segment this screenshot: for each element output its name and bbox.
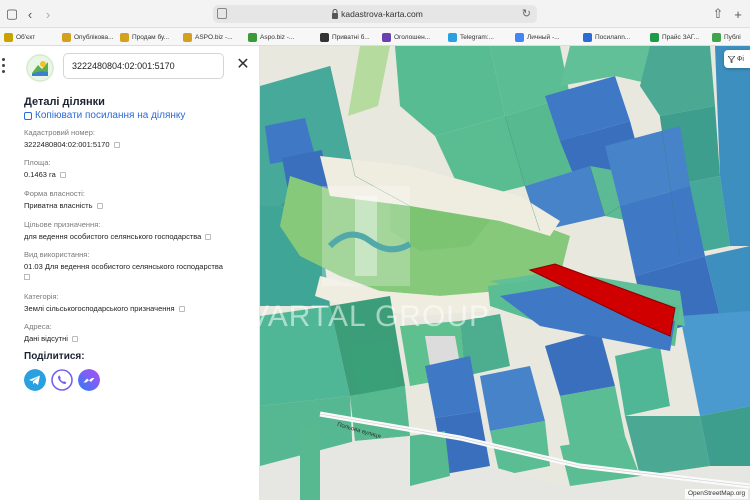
copy-icon[interactable] [24,274,30,280]
bookmark-label: ASPO.biz -... [195,33,233,41]
area-label: Площа: [24,158,51,167]
bookmark-item[interactable]: ASPO.biz -... [183,31,233,43]
address-label: Адреса: [24,322,52,331]
bookmark-label: Опублікова... [74,33,114,41]
lock-icon [332,9,338,19]
bookmark-favicon-icon [120,32,129,42]
bookmark-favicon-icon [448,32,457,42]
menu-icon[interactable] [2,58,8,76]
bookmark-label: Посилann... [595,33,631,41]
copy-icon[interactable] [71,335,78,342]
close-icon[interactable]: ✕ [235,57,251,73]
bookmark-label: Прайс ЗАГ... [662,33,699,41]
copy-link-label: Копіювати посилання на ділянку [35,110,186,121]
bookmark-favicon-icon [515,32,524,42]
share-title: Поділитися: [24,351,85,362]
watermark-logo [322,186,412,286]
cadastral-search-input[interactable]: 3222480804:02:001:5170 [63,53,224,79]
bookmark-label: Оголошен... [394,33,431,41]
bookmark-favicon-icon [320,32,329,42]
copy-icon[interactable] [96,202,103,209]
ownership-label: Форма власності: [24,189,85,198]
bookmark-item[interactable]: Оголошен... [382,31,430,43]
bookmark-favicon-icon [248,32,257,42]
bookmark-label: Aspo.biz -... [260,33,295,41]
bookmark-favicon-icon [4,32,13,42]
sidebar-toggle-icon[interactable]: ▢ [4,6,20,22]
bookmark-favicon-icon [382,32,391,42]
bookmark-item[interactable]: Посилann... [583,31,630,43]
address-bar[interactable]: kadastrova-karta.com ↻ [213,5,537,23]
bookmark-label: Личный -... [527,33,560,41]
bookmarks-bar: Об'єкт Опублікова... Продам бу... ASPO.biz … [0,28,750,46]
filter-icon [728,55,735,63]
bookmark-favicon-icon [712,32,721,42]
bookmark-item[interactable]: Опублікова... [62,31,114,43]
panel-title: Деталі ділянки [24,96,105,108]
filter-label: Фі [737,55,744,63]
watermark-text: KVARTAL GROUP [228,300,490,333]
copy-icon[interactable] [205,233,212,240]
map-attribution[interactable]: OpenStreetMap.org [685,489,749,499]
browser-toolbar: ▢ ‹ › kadastrova-karta.com ↻ ⇧ + [0,0,750,28]
parcel-details-panel: 3222480804:02:001:5170 ✕ Деталі ділянки … [0,46,260,500]
viber-icon[interactable] [51,369,73,391]
bookmark-item[interactable]: Об'єкт [4,31,35,43]
bookmark-label: Приватні б... [332,33,370,41]
copy-icon[interactable] [178,305,185,312]
copy-link-button[interactable]: Копіювати посилання на ділянку [24,110,185,121]
back-icon[interactable]: ‹ [22,6,38,22]
bookmark-favicon-icon [62,32,71,42]
bookmark-item[interactable]: Прайс ЗАГ... [650,31,699,43]
url-text: kadastrova-karta.com [341,9,423,19]
page-icon [217,8,227,19]
bookmark-item[interactable]: Личный -... [515,31,560,43]
usage-label: Вид використання: [24,250,90,259]
bookmark-item[interactable]: Продам бу... [120,31,169,43]
bookmark-item[interactable]: Aspo.biz -... [248,31,294,43]
purpose-label: Цільове призначення: [24,220,101,229]
bookmark-item[interactable]: Публі [712,31,741,43]
new-tab-icon[interactable]: + [730,6,746,22]
usage-value: 01.03 Для ведення особистого селянського… [24,262,223,271]
map-canvas[interactable] [260,46,750,500]
category-value: Землі сільськогосподарського призначення [24,304,185,313]
reload-icon[interactable]: ↻ [522,7,531,20]
bookmark-label: Продам бу... [132,33,170,41]
ownership-value: Приватна власність [24,201,103,210]
cadastral-number-label: Кадастровий номер: [24,128,95,137]
forward-icon[interactable]: › [40,6,56,22]
address-value: Дані відсутні [24,334,78,343]
area-value: 0.1463 га [24,170,66,179]
bookmark-favicon-icon [583,32,592,42]
bookmark-label: Об'єкт [16,33,36,41]
cadastral-number-value: 3222480804:02:001:5170 [24,140,120,149]
filter-button[interactable]: Фі [724,50,750,68]
purpose-value: для ведення особистого селянського госпо… [24,232,212,241]
bookmark-favicon-icon [650,32,659,42]
bookmark-favicon-icon [183,32,192,42]
share-browser-icon[interactable]: ⇧ [710,6,726,22]
site-logo[interactable] [26,54,54,82]
bookmark-item[interactable]: Приватні б... [320,31,370,43]
copy-icon [24,111,32,120]
telegram-icon[interactable] [24,369,46,391]
category-label: Категорія: [24,292,59,301]
copy-icon[interactable] [59,171,66,178]
bookmark-label: Telegram:... [460,33,494,41]
bookmark-label: Публі [724,33,741,41]
cadastral-map[interactable] [260,46,750,500]
copy-icon[interactable] [113,141,120,148]
bookmark-item[interactable]: Telegram:... [448,31,494,43]
messenger-icon[interactable] [78,369,100,391]
